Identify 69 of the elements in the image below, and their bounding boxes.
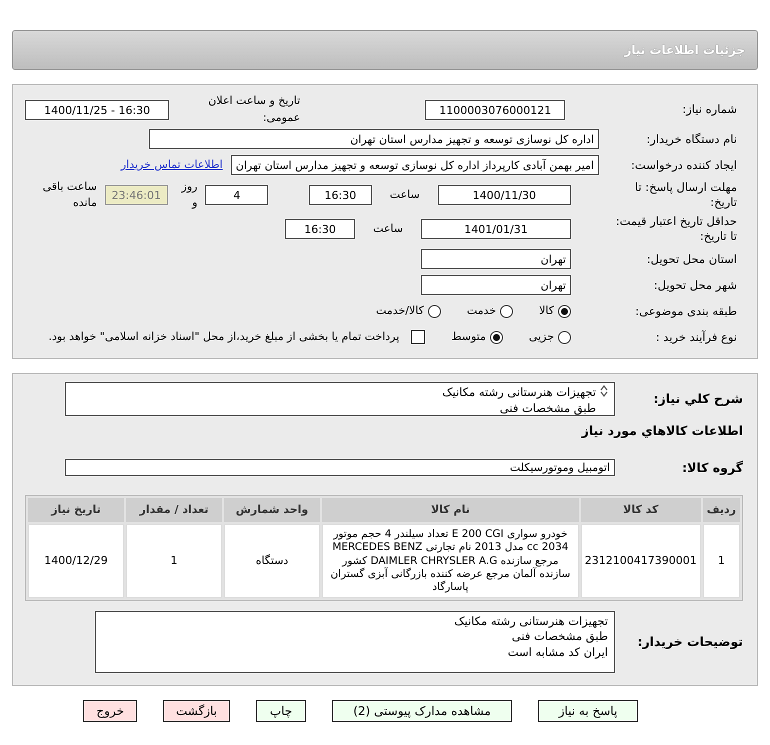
table-cell: 2312100417390001 bbox=[580, 524, 701, 598]
field-value: تهران bbox=[421, 275, 571, 295]
radio-label: متوسط bbox=[451, 328, 486, 345]
field-label: روز و bbox=[180, 178, 198, 211]
description-line: تجهیزات هنرستانی رشته مکانیک bbox=[442, 385, 596, 401]
notes-line: تجهیزات هنرستانی رشته مکانیک bbox=[453, 614, 608, 630]
field-label: نام دستگاه خریدار: bbox=[645, 132, 737, 146]
action-button[interactable]: خروج bbox=[83, 700, 137, 722]
field-label: طبقه بندی موضوعی: bbox=[634, 304, 737, 318]
contact-link[interactable]: اطلاعات تماس خریدار bbox=[120, 156, 223, 174]
notes-field[interactable]: تجهیزات هنرستانی رشته مکانیک طبق مشخصات فنی ایران کد مشابه است bbox=[95, 610, 615, 673]
section-label: توضیحات خریدار: bbox=[636, 634, 743, 650]
table-cell: دستگاه bbox=[224, 524, 320, 598]
radio-button[interactable] bbox=[558, 304, 571, 318]
action-button[interactable]: بازگشت bbox=[163, 700, 230, 722]
field-label: استان محل تحویل: bbox=[646, 252, 737, 266]
notes-line: طبق مشخصات فنی bbox=[510, 629, 608, 645]
table-cell: 1400/12/29 bbox=[28, 524, 124, 598]
radio-label: خدمت bbox=[466, 302, 496, 319]
field-value: 1400/11/30 bbox=[438, 185, 571, 205]
field-label: حداقل تاریخ اعتبار قیمت: تا تاریخ: bbox=[614, 214, 737, 244]
field-value: تهران bbox=[421, 249, 571, 269]
notes-line: ایران کد مشابه است bbox=[506, 644, 608, 660]
field-value: 16:30 - 1400/11/25 bbox=[24, 100, 170, 120]
radio-button[interactable] bbox=[428, 304, 441, 318]
checkbox[interactable] bbox=[411, 330, 426, 344]
action-button[interactable]: مشاهده مدارک پیوستی (2) bbox=[332, 700, 512, 722]
column-header: تاریخ نیاز bbox=[28, 498, 124, 522]
section-label: شرح کلي نياز: bbox=[652, 390, 743, 408]
field-label: ساعت bbox=[373, 220, 403, 237]
column-header: کد کالا bbox=[580, 498, 701, 522]
radio-label: کالا/خدمت bbox=[376, 302, 424, 319]
field-label: ایجاد کننده درخواست: bbox=[630, 158, 737, 172]
field-label: ساعت باقی مانده bbox=[42, 178, 97, 211]
radio-label: جزیی bbox=[528, 328, 554, 345]
field-value: 1100003076000121 bbox=[425, 100, 566, 120]
countdown-field: 23:46:01 bbox=[104, 185, 168, 205]
section-label: گروه کالا: bbox=[681, 460, 743, 476]
field-value: 4 bbox=[205, 185, 268, 205]
field-label: مهلت ارسال پاسخ: تا تاریخ: bbox=[634, 180, 737, 210]
field-label: ساعت bbox=[390, 186, 420, 203]
table-cell: 1 bbox=[126, 524, 222, 598]
table-cell: 1 bbox=[702, 524, 740, 598]
radio-button[interactable] bbox=[500, 304, 514, 318]
column-header: تعداد / مقدار bbox=[126, 498, 222, 522]
checkbox-label: پرداخت تمام یا بخشی از مبلغ خرید،از محل "اسناد خزانه اسلامی" خواهد بود. bbox=[48, 328, 400, 345]
section-title: اطلاعات کالاهاي مورد نياز bbox=[580, 422, 743, 440]
column-header: واحد شمارش bbox=[224, 498, 320, 522]
field-value: امیر بهمن آبادی کارپرداز اداره کل نوسازی توسعه و تجهیز مدارس استان تهران bbox=[230, 155, 599, 175]
description-line: طبق مشخصات فنی bbox=[498, 400, 596, 416]
description-field[interactable]: تجهیزات هنرستانی رشته مکانیک طبق مشخصات فنی bbox=[65, 382, 615, 416]
field-value: 16:30 bbox=[285, 219, 356, 239]
field-label: نوع فرآیند خرید : bbox=[654, 330, 737, 344]
scroll-arrows-icon bbox=[600, 385, 608, 397]
field-value: 1401/01/31 bbox=[421, 219, 571, 239]
table-cell: خودرو سواری E 200 CGI تعداد سیلندر 4 حجم موتور 2034 cc مدل 2013 نام تجارتی MERCEDES BENZ مرجع سازنده DAIMLER CHRYSLER A.G کشور سازنده آلمان مرجع عرضه کننده بازرگانی آبزی گستران پاسارگاد bbox=[322, 524, 579, 598]
radio-button[interactable] bbox=[558, 330, 571, 344]
action-button[interactable]: پاسخ به نیاز bbox=[538, 700, 638, 722]
column-header: ردیف bbox=[702, 498, 740, 522]
column-header: نام کالا bbox=[322, 498, 579, 522]
field-value: 16:30 bbox=[308, 185, 372, 205]
field-label: شماره نیاز: bbox=[681, 102, 737, 117]
field-value: اتومبیل وموتورسیکلت bbox=[65, 459, 615, 476]
action-button[interactable]: چاپ bbox=[256, 700, 306, 722]
radio-label: کالا bbox=[539, 302, 554, 319]
radio-button[interactable] bbox=[490, 330, 503, 344]
field-label: شهر محل تحویل: bbox=[652, 278, 737, 292]
field-value: اداره کل نوسازی توسعه و تجهیز مدارس استان تهران bbox=[149, 129, 599, 149]
field-label: تاریخ و ساعت اعلان عمومی: bbox=[207, 93, 300, 126]
